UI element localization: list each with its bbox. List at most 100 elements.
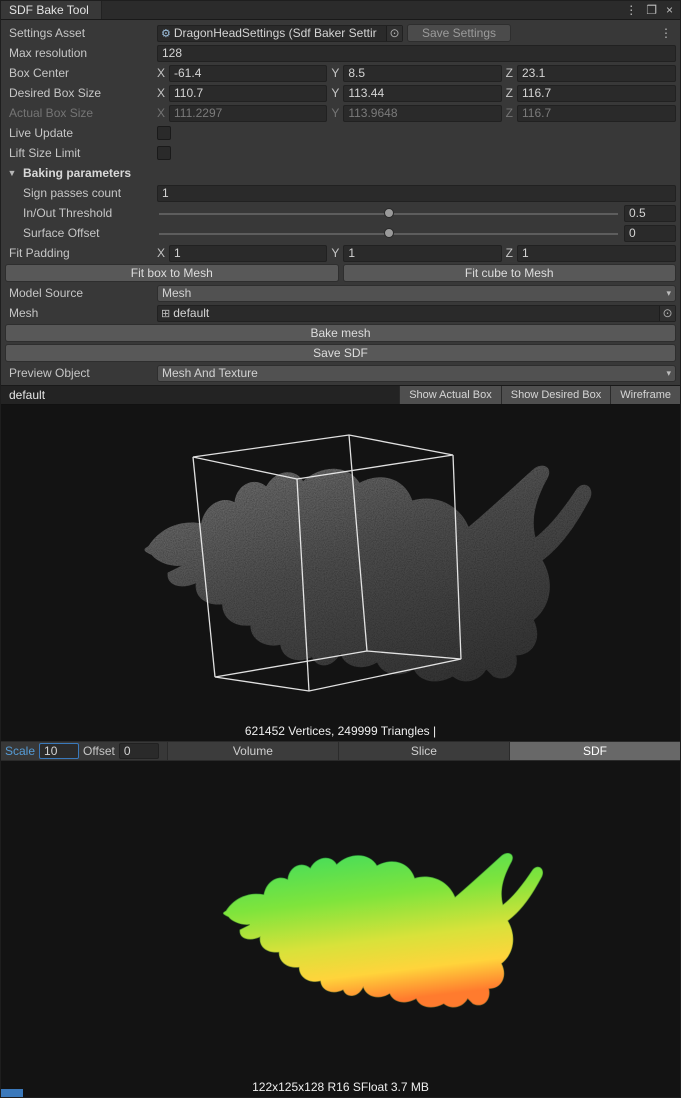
- preview-object-value: Mesh And Texture: [162, 366, 666, 380]
- max-resolution-input[interactable]: [157, 45, 676, 62]
- slider-thumb[interactable]: [384, 208, 394, 218]
- settings-asset-value: DragonHeadSettings (Sdf Baker Settir: [174, 26, 386, 40]
- fit-padding-label: Fit Padding: [5, 246, 153, 260]
- desired-y-label: Y: [331, 86, 339, 100]
- box-center-y-input[interactable]: [343, 65, 501, 82]
- show-actual-box-label: Show Actual Box: [409, 389, 492, 401]
- save-settings-button[interactable]: Save Settings: [407, 24, 511, 42]
- fit-padding-z-label: Z: [506, 246, 513, 260]
- actual-x-input: [169, 105, 327, 122]
- mesh-preview-canvas: [1, 405, 680, 741]
- slider-thumb[interactable]: [384, 228, 394, 238]
- foldout-arrow-icon: ▼: [5, 168, 19, 178]
- sdf-view-tabs: Volume Slice SDF: [167, 742, 680, 760]
- mesh-object-field[interactable]: ⊞ default ⊙: [157, 305, 676, 322]
- actual-x-label: X: [157, 106, 165, 120]
- object-picker-icon[interactable]: ⊙: [659, 306, 675, 321]
- scale-input[interactable]: [39, 743, 79, 759]
- lift-size-limit-row: Lift Size Limit: [5, 144, 676, 162]
- sign-passes-count-label: Sign passes count: [5, 186, 153, 200]
- box-center-z-label: Z: [506, 66, 513, 80]
- tab-volume[interactable]: Volume: [167, 742, 338, 760]
- surface-offset-label: Surface Offset: [5, 226, 153, 240]
- tab-sdf-label: SDF: [583, 744, 607, 758]
- box-center-label: Box Center: [5, 66, 153, 80]
- mesh-preview-viewport[interactable]: 621452 Vertices, 249999 Triangles |: [1, 405, 680, 741]
- fit-padding-z-input[interactable]: [517, 245, 676, 262]
- baking-parameters-foldout[interactable]: ▼ Baking parameters: [5, 164, 676, 182]
- fit-padding-x-input[interactable]: [169, 245, 327, 262]
- desired-z-label: Z: [506, 86, 513, 100]
- tab-slice[interactable]: Slice: [338, 742, 509, 760]
- in-out-threshold-label: In/Out Threshold: [5, 206, 153, 220]
- mesh-stats-caption: 621452 Vertices, 249999 Triangles |: [1, 724, 680, 738]
- surface-offset-slider[interactable]: [157, 225, 620, 241]
- model-source-label: Model Source: [5, 286, 153, 300]
- preview-object-name: default: [1, 388, 53, 402]
- fit-box-to-mesh-button[interactable]: Fit box to Mesh: [5, 264, 339, 282]
- window-menu-icon[interactable]: ⋮: [625, 4, 637, 16]
- show-actual-box-button[interactable]: Show Actual Box: [399, 386, 501, 404]
- sdf-stats-caption: 122x125x128 R16 SFloat 3.7 MB: [1, 1080, 680, 1094]
- settings-asset-label: Settings Asset: [5, 26, 153, 40]
- sign-passes-count-input[interactable]: [157, 185, 676, 202]
- sdf-preview-viewport[interactable]: 122x125x128 R16 SFloat 3.7 MB: [1, 761, 680, 1097]
- tab-sdf[interactable]: SDF: [509, 742, 680, 760]
- inspector-panel: Settings Asset ⚙ DragonHeadSettings (Sdf…: [1, 20, 680, 385]
- actual-z-input: [517, 105, 676, 122]
- lift-size-limit-checkbox[interactable]: [157, 146, 171, 160]
- box-center-row: Box Center X Y Z: [5, 64, 676, 82]
- live-update-label: Live Update: [5, 126, 153, 140]
- fit-padding-row: Fit Padding X Y Z: [5, 244, 676, 262]
- box-center-z-input[interactable]: [517, 65, 676, 82]
- box-center-y-label: Y: [331, 66, 339, 80]
- lift-size-limit-label: Lift Size Limit: [5, 146, 153, 160]
- save-sdf-button[interactable]: Save SDF: [5, 344, 676, 362]
- show-desired-box-button[interactable]: Show Desired Box: [501, 386, 611, 404]
- show-desired-box-label: Show Desired Box: [511, 389, 602, 401]
- sdf-view-controls: Scale Offset Volume Slice SDF: [1, 741, 680, 761]
- preview-toolbar: default Show Actual Box Show Desired Box…: [1, 385, 680, 405]
- bake-mesh-button[interactable]: Bake mesh: [5, 324, 676, 342]
- model-source-value: Mesh: [162, 286, 666, 300]
- desired-y-input[interactable]: [343, 85, 501, 102]
- sdf-preview-canvas: [1, 761, 680, 1097]
- surface-offset-row: Surface Offset: [5, 224, 676, 242]
- offset-input[interactable]: [119, 743, 159, 759]
- model-source-dropdown[interactable]: Mesh ▾: [157, 285, 676, 302]
- settings-asset-field[interactable]: ⚙ DragonHeadSettings (Sdf Baker Settir ⊙: [157, 25, 403, 42]
- fit-padding-y-input[interactable]: [343, 245, 501, 262]
- sign-passes-count-row: Sign passes count: [5, 184, 676, 202]
- window-close-icon[interactable]: ×: [666, 4, 673, 16]
- bake-mesh-label: Bake mesh: [310, 326, 370, 340]
- actual-y-input: [343, 105, 501, 122]
- max-resolution-row: Max resolution: [5, 44, 676, 62]
- scale-label: Scale: [5, 744, 35, 758]
- baking-parameters-label: Baking parameters: [23, 166, 131, 180]
- settings-asset-icon: ⚙: [161, 27, 171, 40]
- fit-cube-to-mesh-label: Fit cube to Mesh: [465, 266, 554, 280]
- object-picker-icon[interactable]: ⊙: [386, 26, 402, 41]
- surface-offset-input[interactable]: [624, 225, 676, 242]
- desired-x-input[interactable]: [169, 85, 327, 102]
- save-sdf-label: Save SDF: [313, 346, 368, 360]
- window-maximize-icon[interactable]: ❐: [646, 4, 657, 16]
- wireframe-button[interactable]: Wireframe: [610, 386, 680, 404]
- actual-z-label: Z: [506, 106, 513, 120]
- live-update-checkbox[interactable]: [157, 126, 171, 140]
- fit-cube-to-mesh-button[interactable]: Fit cube to Mesh: [343, 264, 677, 282]
- desired-z-input[interactable]: [517, 85, 676, 102]
- fit-padding-x-label: X: [157, 246, 165, 260]
- tab-slice-label: Slice: [411, 744, 437, 758]
- window-tab[interactable]: SDF Bake Tool: [1, 1, 102, 19]
- box-center-x-input[interactable]: [169, 65, 327, 82]
- desired-box-size-label: Desired Box Size: [5, 86, 153, 100]
- fit-buttons-row: Fit box to Mesh Fit cube to Mesh: [5, 264, 676, 282]
- in-out-threshold-slider[interactable]: [157, 205, 620, 221]
- tab-volume-label: Volume: [233, 744, 273, 758]
- in-out-threshold-input[interactable]: [624, 205, 676, 222]
- save-settings-label: Save Settings: [422, 26, 496, 40]
- preview-object-dropdown[interactable]: Mesh And Texture ▾: [157, 365, 676, 382]
- inspector-menu-icon[interactable]: ⋮: [656, 26, 676, 40]
- actual-y-label: Y: [331, 106, 339, 120]
